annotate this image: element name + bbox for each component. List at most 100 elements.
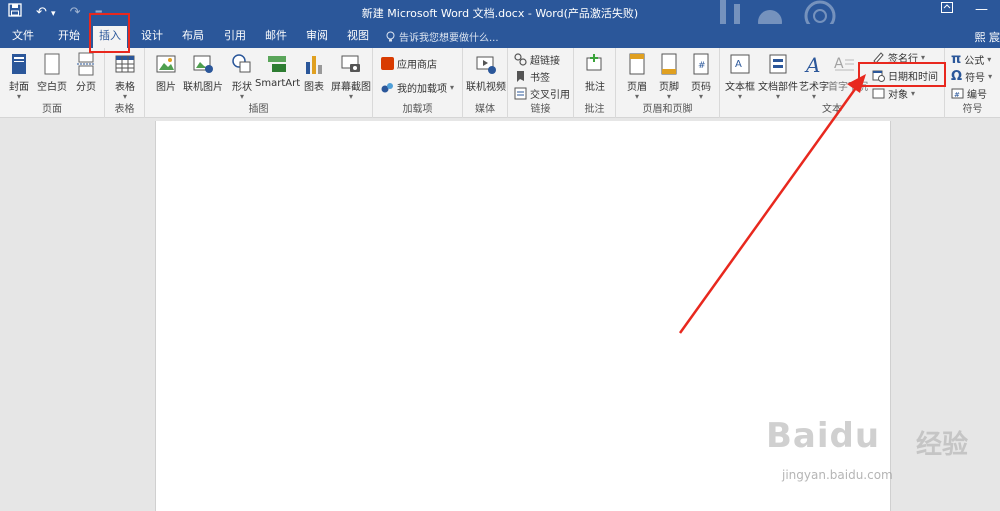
shapes-icon — [232, 54, 251, 73]
group-label-pages: 页面 — [42, 104, 62, 115]
tab-design[interactable]: 设计 — [135, 28, 169, 48]
symbol-button[interactable]: Ω 符号 ▾ — [951, 67, 992, 85]
link-icon — [514, 52, 527, 66]
watermark-brand-cn: 经验 — [916, 430, 969, 460]
chevron-down-icon: ▾ — [450, 82, 455, 92]
cover-page-button[interactable]: 封面 ▾ — [2, 50, 36, 101]
group-label-symbols: 符号 — [962, 104, 983, 115]
picture-button[interactable]: 图片 — [149, 50, 183, 98]
hyperlink-button[interactable]: 超链接 — [514, 50, 560, 68]
tab-insert[interactable]: 插入 — [93, 26, 127, 48]
signature-line-button[interactable]: 签名行 ▾ — [872, 48, 925, 66]
watermark-brand: Baidu — [766, 416, 881, 456]
tab-mailings[interactable]: 邮件 — [259, 28, 293, 48]
page-number-icon: # — [693, 53, 709, 75]
group-label-text: 文本 — [822, 104, 842, 115]
group-symbols: π 公式 ▾ Ω 符号 ▾ # 编号 符号 — [945, 48, 1000, 118]
signature-icon — [873, 51, 884, 64]
comment-button[interactable]: 批注 — [578, 50, 612, 98]
bookmark-button[interactable]: 书签 — [514, 67, 550, 85]
group-pages: 封面 ▾ 空白页 分页 页面 — [0, 48, 105, 118]
tab-view[interactable]: 视图 — [341, 28, 375, 48]
group-label-tables: 表格 — [114, 104, 135, 115]
store-icon — [381, 56, 394, 70]
calendar-clock-icon — [872, 70, 885, 82]
minimize-icon[interactable]: — — [975, 2, 988, 17]
screenshot-button[interactable]: 屏幕截图 ▾ — [331, 50, 371, 101]
screenshot-icon — [341, 55, 360, 72]
svg-text:#: # — [698, 61, 706, 71]
group-addins: 应用商店 我的加载项 ▾ 加载项 — [373, 48, 463, 118]
quick-parts-icon — [769, 54, 787, 74]
group-tables: 表格 ▾ 表格 — [105, 48, 145, 118]
svg-text:A: A — [804, 53, 820, 76]
cover-page-icon — [12, 54, 26, 74]
shapes-button[interactable]: 形状 ▾ — [225, 50, 259, 101]
tab-references[interactable]: 引用 — [218, 28, 252, 48]
online-video-button[interactable]: 联机视频 — [466, 50, 506, 98]
blank-page-icon — [44, 53, 60, 75]
page-break-icon — [77, 52, 95, 76]
object-icon — [872, 88, 885, 98]
title-bar: ↶ ▾ ↷ = 新建 Microsoft Word 文档.docx - Word… — [0, 0, 1000, 24]
tab-review[interactable]: 审阅 — [300, 28, 334, 48]
group-comments: 批注 批注 — [574, 48, 616, 118]
online-video-icon — [476, 56, 496, 74]
tab-home[interactable]: 开始 — [52, 28, 86, 48]
bookmark-icon — [517, 70, 524, 82]
textbox-button[interactable]: A 文本框 ▾ — [724, 50, 756, 101]
tab-layout[interactable]: 布局 — [176, 28, 210, 48]
dropcap-icon: A — [834, 56, 854, 72]
equation-button[interactable]: π 公式 ▾ — [951, 50, 991, 68]
picture-icon — [156, 55, 176, 73]
chevron-down-icon: ▾ — [911, 88, 916, 98]
ribbon-tab-bar: 文件 开始 插入 设计 布局 引用 邮件 审阅 视图 告诉我您想要做什么... … — [0, 24, 1000, 48]
new-comment-icon — [586, 54, 602, 71]
group-text: A 文本框 ▾ 文档部件 ▾ A 艺术字 ▾ A 首字下沉 签名行 ▾ 日期和时… — [720, 48, 945, 118]
page-number-button[interactable]: # 页码 ▾ — [684, 50, 718, 101]
footer-button[interactable]: 页脚 ▾ — [652, 50, 686, 101]
table-button[interactable]: 表格 ▾ — [108, 50, 142, 101]
chevron-down-icon: ▾ — [921, 52, 926, 62]
my-addins-button[interactable]: 我的加载项 ▾ — [381, 78, 454, 96]
chart-button[interactable]: 图表 — [299, 50, 329, 98]
group-label-illustrations: 插图 — [248, 104, 269, 115]
wordart-button[interactable]: A 艺术字 ▾ — [799, 50, 829, 101]
wordart-icon: A — [804, 53, 820, 76]
store-button[interactable]: 应用商店 — [381, 54, 437, 72]
chevron-down-icon: ▾ — [987, 54, 992, 64]
lightbulb-icon — [386, 31, 395, 41]
cross-reference-icon — [514, 87, 527, 99]
page-break-button[interactable]: 分页 — [70, 50, 102, 98]
date-time-button[interactable]: 日期和时间 — [872, 66, 938, 84]
group-label-links: 链接 — [530, 104, 551, 115]
pi-icon: π — [951, 51, 962, 67]
addins-icon — [381, 82, 393, 92]
user-name[interactable]: 熙 宸 — [975, 29, 1000, 45]
document-title: 新建 Microsoft Word 文档.docx - Word(产品激活失败) — [361, 7, 639, 20]
online-pictures-button[interactable]: 联机图片 — [181, 50, 225, 98]
group-label-addins: 加载项 — [402, 104, 433, 115]
table-icon — [115, 55, 135, 73]
tell-me-search[interactable]: 告诉我您想要做什么... — [386, 29, 499, 44]
quick-parts-button[interactable]: 文档部件 ▾ — [758, 50, 798, 101]
smartart-button[interactable]: SmartArt — [255, 50, 300, 98]
chart-icon — [306, 56, 322, 74]
omega-icon: Ω — [951, 68, 963, 84]
ribbon-insert: 封面 ▾ 空白页 分页 页面 表格 ▾ 表格 图片 联机图片 形状 ▾ Smar… — [0, 48, 1000, 118]
footer-icon — [661, 53, 677, 75]
number-icon: # — [951, 88, 964, 99]
group-label-media: 媒体 — [475, 104, 495, 115]
ribbon-display-options-icon[interactable] — [941, 2, 953, 17]
watermark-url: jingyan.baidu.com — [782, 468, 893, 482]
group-header-footer: 页眉 ▾ 页脚 ▾ # 页码 ▾ 页眉和页脚 — [616, 48, 720, 118]
online-picture-icon — [193, 55, 213, 73]
baidu-jingyan-watermark: Baidu 经验 jingyan.baidu.com — [766, 402, 996, 500]
header-button[interactable]: 页眉 ▾ — [620, 50, 654, 101]
group-illustrations: 图片 联机图片 形状 ▾ SmartArt 图表 屏幕截图 ▾ 插图 — [145, 48, 373, 118]
svg-text:A: A — [735, 59, 742, 70]
blank-page-button[interactable]: 空白页 — [36, 50, 68, 98]
tab-file[interactable]: 文件 — [6, 28, 40, 48]
dropcap-button[interactable]: A 首字下沉 — [828, 50, 868, 98]
window-controls: — — [941, 2, 988, 17]
